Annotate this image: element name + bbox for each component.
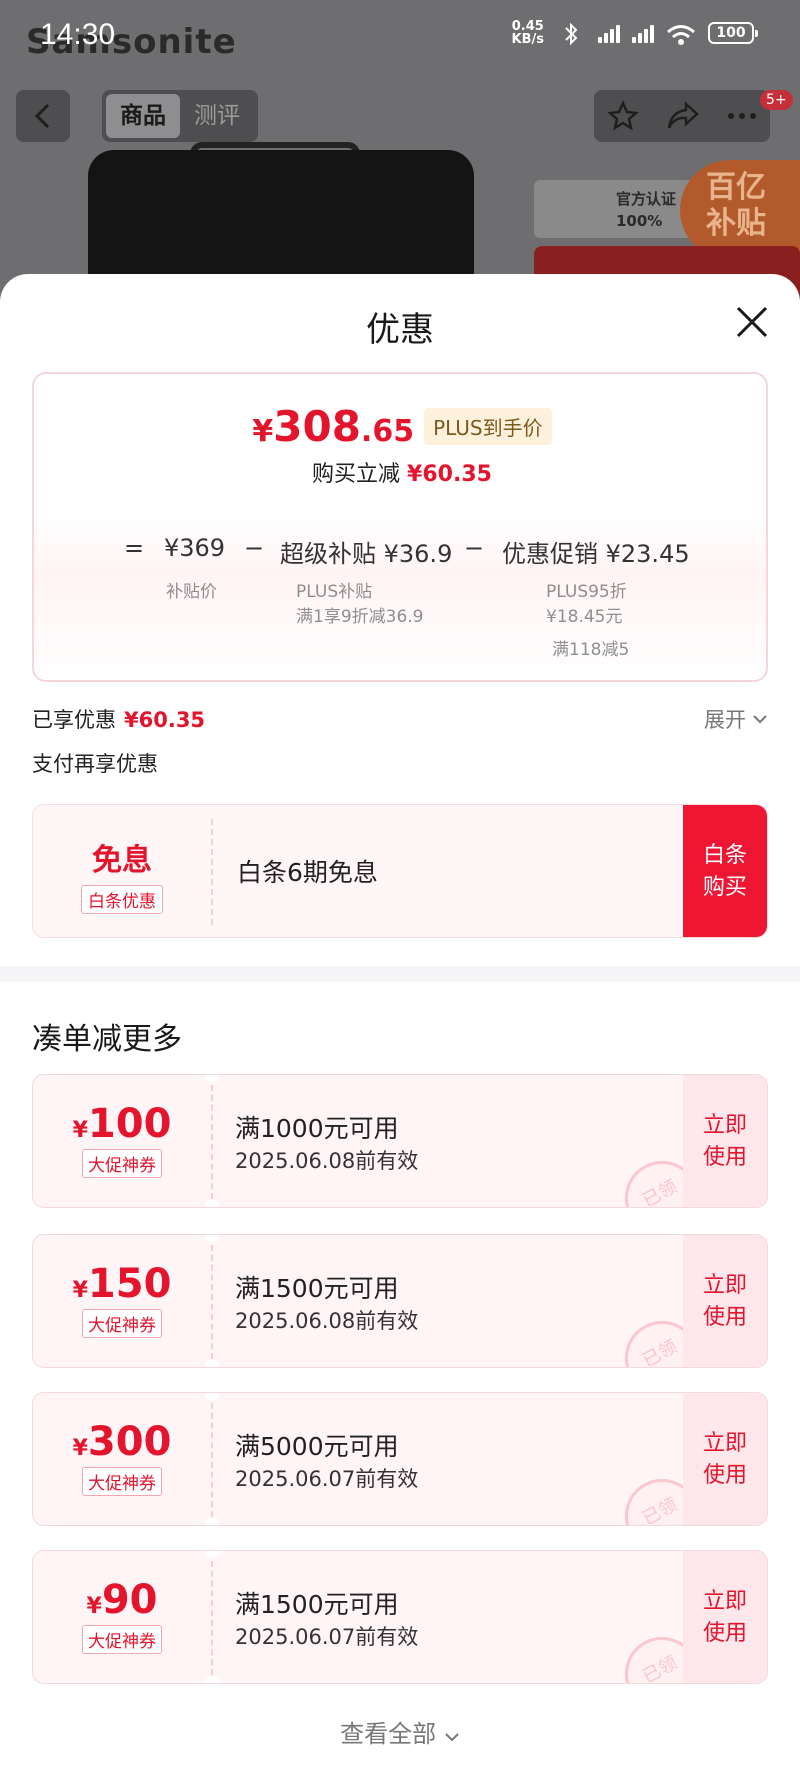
coupon-card: ¥100 大促神券 满1000元可用 2025.06.08前有效 已领 立即 使… [32,1074,768,1208]
price-breakdown-card: ¥308.65 PLUS到手价 购买立减 ¥60.35 = ¥369 − 超级补… [32,372,768,682]
installment-title: 免息 [92,843,152,878]
coupon-condition: 满1500元可用 [235,1590,399,1619]
divider [211,819,213,925]
chevron-down-icon [445,1733,459,1742]
formula-minus: − [244,534,265,562]
use-coupon-button[interactable]: 立即 使用 [683,1393,767,1525]
divider [211,1075,213,1207]
status-icons: 0.45 KB/s 100 [511,19,758,47]
tab-product[interactable]: 商品 [106,94,180,138]
installment-card: 免息 白条优惠 白条6期免息 白条 购买 [32,804,768,938]
use-coupon-button[interactable]: 立即 使用 [683,1075,767,1207]
coupon-value: ¥300 大促神券 [72,1419,172,1496]
more-dots-icon[interactable] [727,112,757,120]
tab-review[interactable]: 测评 [180,94,254,138]
use-coupon-button[interactable]: 立即 使用 [683,1235,767,1367]
final-price: ¥308.65 [252,402,415,451]
section-separator [0,966,800,982]
chevron-down-icon [753,715,767,724]
official-auth-text: 官方认证 100% [616,190,677,230]
installment-badge: 免息 白条优惠 [33,805,211,937]
coupon-tag: 大促神券 [82,1467,162,1496]
pay-more-label: 支付再享优惠 [32,752,158,776]
product-tabs: 商品 测评 [102,90,258,142]
promo-detail-3: 满118减5 [552,640,630,660]
coupon-condition: 满5000元可用 [235,1432,399,1461]
expand-button[interactable]: 展开 [704,704,768,734]
instant-reduction: 购买立减 ¥60.35 [312,462,492,487]
message-badge: 5+ [760,90,793,110]
coupon-value: ¥150 大促神券 [72,1261,172,1338]
back-arrow-icon [34,103,50,129]
coupon-card: ¥90 大促神券 满1500元可用 2025.06.07前有效 已领 立即 使用 [32,1550,768,1684]
view-all-button[interactable]: 查看全部 [0,1714,800,1749]
coupon-value: ¥100 大促神券 [72,1101,172,1178]
sheet-title: 优惠 [366,310,434,350]
bluetooth-icon [556,20,586,46]
baitiao-buy-button[interactable]: 白条 购买 [683,805,767,937]
coupon-validity: 2025.06.07前有效 [235,1625,419,1649]
promo-detail-2: ¥18.45元 [546,607,623,627]
formula-equals: = [124,534,145,562]
promo-detail-1: PLUS95折 [546,582,627,602]
coupon-validity: 2025.06.08前有效 [235,1309,419,1333]
divider [211,1235,213,1367]
subsidy-badge: 百亿 补贴 [680,160,800,260]
close-icon[interactable] [734,304,770,340]
divider [211,1551,213,1683]
base-price-label: 补贴价 [166,582,217,602]
coupon-validity: 2025.06.07前有效 [235,1467,419,1491]
coupon-condition: 满1000元可用 [235,1114,399,1143]
final-price-line: ¥308.65 PLUS到手价 [34,402,770,451]
section-title: 凑单减更多 [32,1022,182,1057]
battery-icon: 100 [708,22,758,44]
back-button[interactable] [16,90,70,142]
formula-promo: 优惠促销 ¥23.45 [502,540,690,568]
share-icon[interactable] [666,101,700,131]
coupon-tag: 大促神券 [82,1625,162,1654]
coupon-validity: 2025.06.08前有效 [235,1149,419,1173]
coupon-tag: 大促神券 [82,1149,162,1178]
coupon-card: ¥300 大促神券 满5000元可用 2025.06.07前有效 已领 立即 使… [32,1392,768,1526]
background-product-page: Samsonite 14:30 0.45 KB/s 100 商品 测评 5+ 官… [0,0,800,300]
coupon-card: ¥150 大促神券 满1500元可用 2025.06.08前有效 已领 立即 使… [32,1234,768,1368]
discount-sheet: 优惠 ¥308.65 PLUS到手价 购买立减 ¥60.35 = ¥369 − … [0,274,800,1777]
enjoyed-discount: 已享优惠 ¥60.35 [32,708,206,732]
formula-subsidy: 超级补贴 ¥36.9 [280,540,453,568]
network-speed: 0.45 KB/s [511,19,544,47]
signal-icon [598,23,620,43]
subsidy-detail-2: 满1享9折减36.9 [296,607,424,627]
signal-icon [632,23,654,43]
top-actions [594,90,770,142]
plus-price-tag: PLUS到手价 [424,408,552,445]
star-icon[interactable] [607,100,640,132]
status-time: 14:30 [40,18,116,51]
coupon-condition: 满1500元可用 [235,1274,399,1303]
wifi-icon [666,20,696,46]
coupon-value: ¥90 大促神券 [33,1551,211,1683]
formula-minus: − [464,534,485,562]
coupon-tag: 大促神券 [82,1309,162,1338]
formula-base-price: ¥369 [164,534,226,562]
use-coupon-button[interactable]: 立即 使用 [683,1551,767,1683]
divider [211,1393,213,1525]
installment-tag: 白条优惠 [81,885,163,914]
subsidy-detail-1: PLUS补贴 [296,582,373,602]
installment-text: 白条6期免息 [237,858,378,887]
